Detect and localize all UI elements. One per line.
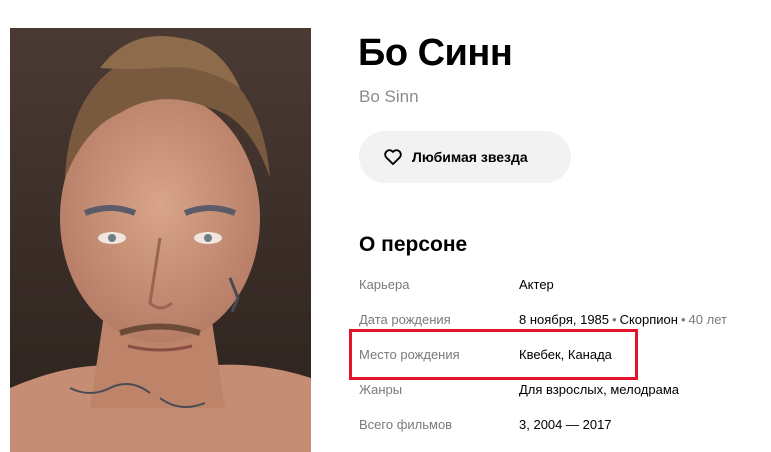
info-key: Карьера: [359, 277, 410, 292]
info-row-birth-date: Дата рождения 8 ноября, 1985 • Скорпион • 40…: [359, 305, 759, 335]
separator-dot: •: [612, 312, 617, 327]
favorite-star-label: Любимая звезда: [412, 149, 528, 165]
birth-date-link[interactable]: 8 ноября, 1985: [519, 312, 609, 327]
about-section-title: О персоне: [359, 233, 468, 256]
info-value: 3, 2004 — 2017: [519, 410, 612, 440]
person-photo: [10, 28, 311, 452]
info-row-career: Карьера Актер: [359, 270, 759, 300]
favorite-star-button[interactable]: Любимая звезда: [359, 131, 571, 183]
info-key: Дата рождения: [359, 312, 451, 327]
person-page: Бо Синн Bo Sinn Любимая звезда О персоне…: [0, 0, 771, 452]
info-row-total-films: Всего фильмов 3, 2004 — 2017: [359, 410, 759, 440]
info-row-birth-place: Место рождения Квебек, Канада: [359, 340, 759, 370]
person-name: Бо Синн: [358, 32, 513, 74]
age-text: 40 лет: [688, 312, 727, 327]
birth-country-link[interactable]: Канада: [568, 347, 612, 362]
info-row-genres: Жанры Для взрослых, мелодрама: [359, 375, 759, 405]
info-value: Для взрослых, мелодрама: [519, 375, 679, 405]
zodiac-link[interactable]: Скорпион: [620, 312, 678, 327]
genres-link[interactable]: Для взрослых, мелодрама: [519, 382, 679, 397]
info-value: Квебек, Канада: [519, 340, 612, 370]
birth-city-link[interactable]: Квебек: [519, 347, 561, 362]
info-key: Жанры: [359, 382, 403, 397]
person-original-name: Bo Sinn: [359, 87, 419, 106]
info-key: Место рождения: [359, 347, 460, 362]
comma-separator: ,: [560, 347, 568, 362]
info-value: Актер: [519, 270, 554, 300]
info-value: 8 ноября, 1985 • Скорпион • 40 лет: [519, 305, 727, 335]
heart-outline-icon: [383, 147, 403, 167]
films-years-text: 2004 — 2017: [533, 417, 612, 432]
career-link[interactable]: Актер: [519, 277, 554, 292]
separator-dot: •: [680, 312, 686, 327]
info-key: Всего фильмов: [359, 417, 453, 432]
